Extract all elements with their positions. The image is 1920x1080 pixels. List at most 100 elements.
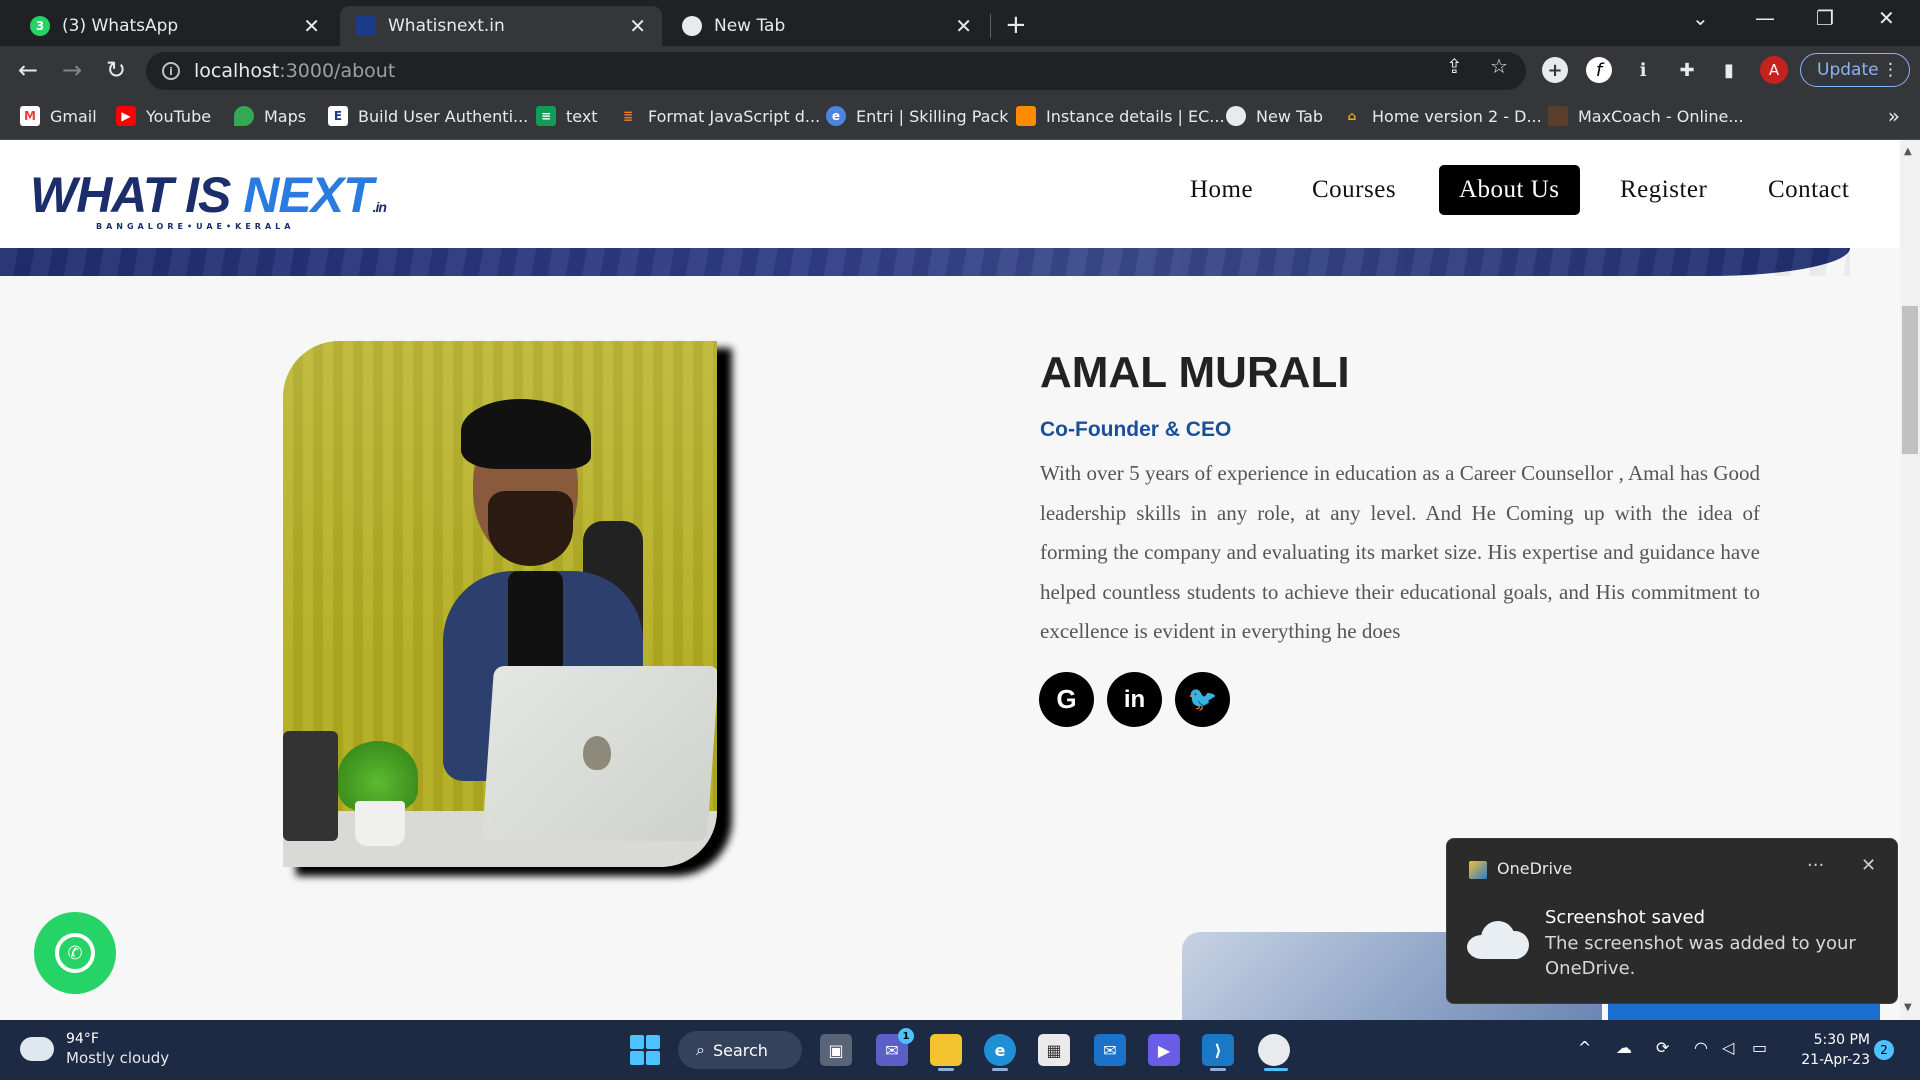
tab-strip: 3 (3) WhatsApp ✕ Whatisnext.in ✕ New Tab…	[0, 0, 1920, 46]
windows-start-icon[interactable]	[630, 1035, 660, 1065]
site-info-icon[interactable]: i	[162, 62, 180, 80]
edge-icon[interactable]: e	[984, 1034, 1016, 1066]
tab-title: Whatisnext.in	[388, 16, 505, 36]
tab-whatsapp[interactable]: 3 (3) WhatsApp ✕	[14, 6, 336, 46]
bookmark-new-tab[interactable]: New Tab	[1226, 106, 1323, 126]
whatsapp-chat-button[interactable]: ✆	[34, 912, 116, 994]
tab-divider	[990, 14, 991, 38]
scroll-down-icon[interactable]: ▼	[1904, 1002, 1912, 1013]
windows-taskbar: 94°F Mostly cloudy ⌕ Search ▣ ✉ 1 e ▦ ✉ ▶…	[0, 1020, 1920, 1080]
bookmark-build-user-auth[interactable]: E Build User Authenti...	[328, 106, 528, 126]
tab-whatisnext[interactable]: Whatisnext.in ✕	[340, 6, 662, 46]
onedrive-notification[interactable]: OneDrive ··· ✕ Screenshot saved The scre…	[1446, 838, 1898, 1004]
bookmark-label: Gmail	[50, 106, 97, 126]
maxcoach-icon	[1548, 106, 1568, 126]
show-hidden-icons[interactable]: ^	[1578, 1038, 1591, 1057]
bookmark-maxcoach[interactable]: MaxCoach - Online...	[1548, 106, 1744, 126]
menu-dots-icon[interactable]: ⋮	[1882, 60, 1899, 80]
onedrive-tray-icon[interactable]: ☁	[1616, 1038, 1632, 1057]
vscode-icon[interactable]: ⟩	[1202, 1034, 1234, 1066]
minimize-icon[interactable]: —	[1755, 6, 1775, 30]
whatsapp-icon: 3	[30, 16, 50, 36]
page-icon: E	[328, 106, 348, 126]
update-button[interactable]: Update ⋮	[1800, 53, 1910, 87]
back-icon[interactable]: ←	[18, 56, 38, 84]
twitter-icon[interactable]: 🐦	[1175, 672, 1230, 727]
gmail-icon: M	[20, 106, 40, 126]
nav-about-us[interactable]: About Us	[1439, 165, 1580, 215]
url-path: :3000/about	[279, 60, 396, 82]
bookmark-label: YouTube	[146, 106, 212, 126]
profile-avatar[interactable]: A	[1760, 56, 1788, 84]
whatisnext-favicon-icon	[356, 16, 376, 36]
nav-contact[interactable]: Contact	[1748, 165, 1869, 215]
close-icon[interactable]: ✕	[1861, 855, 1876, 876]
person-name: AMAL MURALI	[1040, 348, 1350, 397]
mail-icon[interactable]: ✉	[1094, 1034, 1126, 1066]
clock-date: 21-Apr-23	[1801, 1052, 1870, 1068]
notification-count-badge[interactable]: 2	[1874, 1040, 1894, 1060]
teams-chat-icon[interactable]: ✉ 1	[876, 1028, 914, 1066]
active-app-indicator	[1264, 1068, 1288, 1071]
search-icon: ⌕	[696, 1040, 705, 1059]
bookmark-star-icon[interactable]: ☆	[1490, 54, 1508, 78]
bookmark-format-js[interactable]: ≣ Format JavaScript d...	[618, 106, 820, 126]
side-panel-icon[interactable]: ▮	[1716, 57, 1742, 83]
page-scrollbar[interactable]: ▲ ▼	[1900, 140, 1920, 1020]
wifi-icon[interactable]: ◠	[1694, 1038, 1708, 1057]
nav-register[interactable]: Register	[1600, 165, 1727, 215]
close-icon[interactable]: ✕	[629, 14, 646, 38]
info-extension-icon[interactable]: ℹ	[1630, 57, 1656, 83]
bookmark-gmail[interactable]: M Gmail	[20, 106, 97, 126]
bookmark-youtube[interactable]: ▶ YouTube	[116, 106, 211, 126]
person-bio: With over 5 years of experience in educa…	[1040, 461, 1760, 643]
close-icon[interactable]: ✕	[955, 14, 972, 38]
window-close-icon[interactable]: ✕	[1878, 6, 1895, 30]
restore-icon[interactable]: ❐	[1816, 6, 1834, 30]
cloudy-weather-icon	[18, 1031, 54, 1061]
close-icon[interactable]: ✕	[303, 14, 320, 38]
bookmark-instance-details[interactable]: Instance details | EC...	[1016, 106, 1225, 126]
linkedin-icon[interactable]: in	[1107, 672, 1162, 727]
more-options-icon[interactable]: ···	[1807, 855, 1824, 876]
task-view-icon[interactable]: ▣	[820, 1034, 852, 1066]
share-icon[interactable]: ⇪	[1446, 54, 1463, 78]
clock-time: 5:30 PM	[1813, 1032, 1870, 1048]
new-tab-button[interactable]: +	[1005, 10, 1027, 40]
mortarboard-icon: ⌂	[1347, 109, 1357, 123]
scroll-up-icon[interactable]: ▲	[1904, 146, 1912, 157]
microsoft-store-icon[interactable]: ▦	[1038, 1034, 1070, 1066]
bookmark-maps[interactable]: Maps	[234, 106, 306, 126]
weather-widget[interactable]: 94°F Mostly cloudy	[18, 1030, 169, 1068]
tab-search-icon[interactable]: ⌄	[1692, 6, 1709, 30]
bookmark-entri[interactable]: e Entri | Skilling Pack	[826, 106, 1009, 126]
entri-icon: e	[826, 106, 846, 126]
site-logo[interactable]: WHAT IS NEXT.in BANGALORE•UAE•KERALA	[30, 170, 387, 231]
address-bar[interactable]: i localhost :3000/about	[146, 52, 1526, 90]
google-icon[interactable]: G	[1039, 672, 1094, 727]
bookmark-text[interactable]: ≡ text	[536, 106, 598, 126]
tab-new-tab[interactable]: New Tab ✕	[666, 6, 988, 46]
scrollbar-thumb[interactable]	[1902, 306, 1918, 454]
notification-body: The screenshot was added to your OneDriv…	[1545, 933, 1856, 979]
forward-icon[interactable]: →	[62, 56, 82, 84]
formula-extension-icon[interactable]: f	[1586, 57, 1612, 83]
reload-icon[interactable]: ↻	[106, 56, 126, 84]
nav-courses[interactable]: Courses	[1292, 165, 1416, 215]
battery-icon[interactable]: ▭	[1752, 1038, 1767, 1057]
taskbar-search[interactable]: ⌕ Search	[678, 1031, 802, 1069]
volume-icon[interactable]: ◁	[1722, 1038, 1734, 1057]
power-automate-icon[interactable]: ▶	[1148, 1034, 1180, 1066]
add-extension-icon[interactable]: +	[1542, 57, 1568, 83]
system-clock[interactable]: 5:30 PM 21-Apr-23	[1790, 1030, 1870, 1070]
tab-title: New Tab	[714, 16, 786, 36]
nav-home[interactable]: Home	[1170, 165, 1273, 215]
file-explorer-icon[interactable]	[930, 1034, 962, 1066]
cloud-icon	[1467, 919, 1529, 959]
bookmark-home-version-2[interactable]: ⌂ Home version 2 - D...	[1342, 106, 1542, 126]
puzzle-extensions-icon[interactable]: ✚	[1674, 57, 1700, 83]
more-bookmarks-icon[interactable]: »	[1888, 104, 1900, 128]
chrome-icon[interactable]	[1258, 1034, 1290, 1066]
sync-icon[interactable]: ⟳	[1656, 1038, 1669, 1057]
weather-temperature: 94°F	[66, 1031, 99, 1047]
